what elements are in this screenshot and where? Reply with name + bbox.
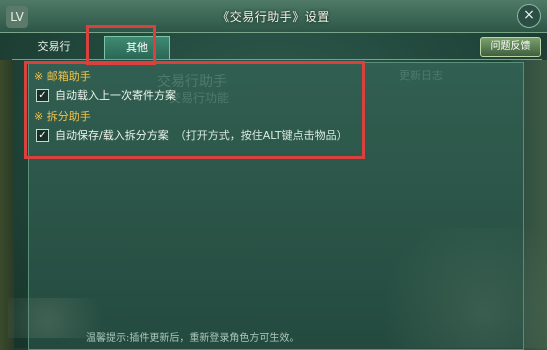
highlight-options-outline [24, 61, 365, 159]
settings-window: LV 《交易行助手》设置 × 交易行 其他 问题反馈 交易行助手 交易行功能 更… [0, 0, 547, 350]
feedback-button[interactable]: 问题反馈 [480, 37, 541, 57]
pattern-ornament [337, 228, 547, 348]
footer-hint: 温馨提示:插件更新后，重新登录角色方可生效。 [86, 333, 300, 344]
tab-auction-house[interactable]: 交易行 [22, 36, 86, 58]
highlight-tab-outline [86, 25, 156, 65]
close-button[interactable]: × [517, 4, 541, 28]
ghost-update-log: 更新日志 [399, 69, 443, 82]
title-bar: LV 《交易行助手》设置 × [0, 0, 547, 33]
window-title: 《交易行助手》设置 [217, 10, 330, 24]
